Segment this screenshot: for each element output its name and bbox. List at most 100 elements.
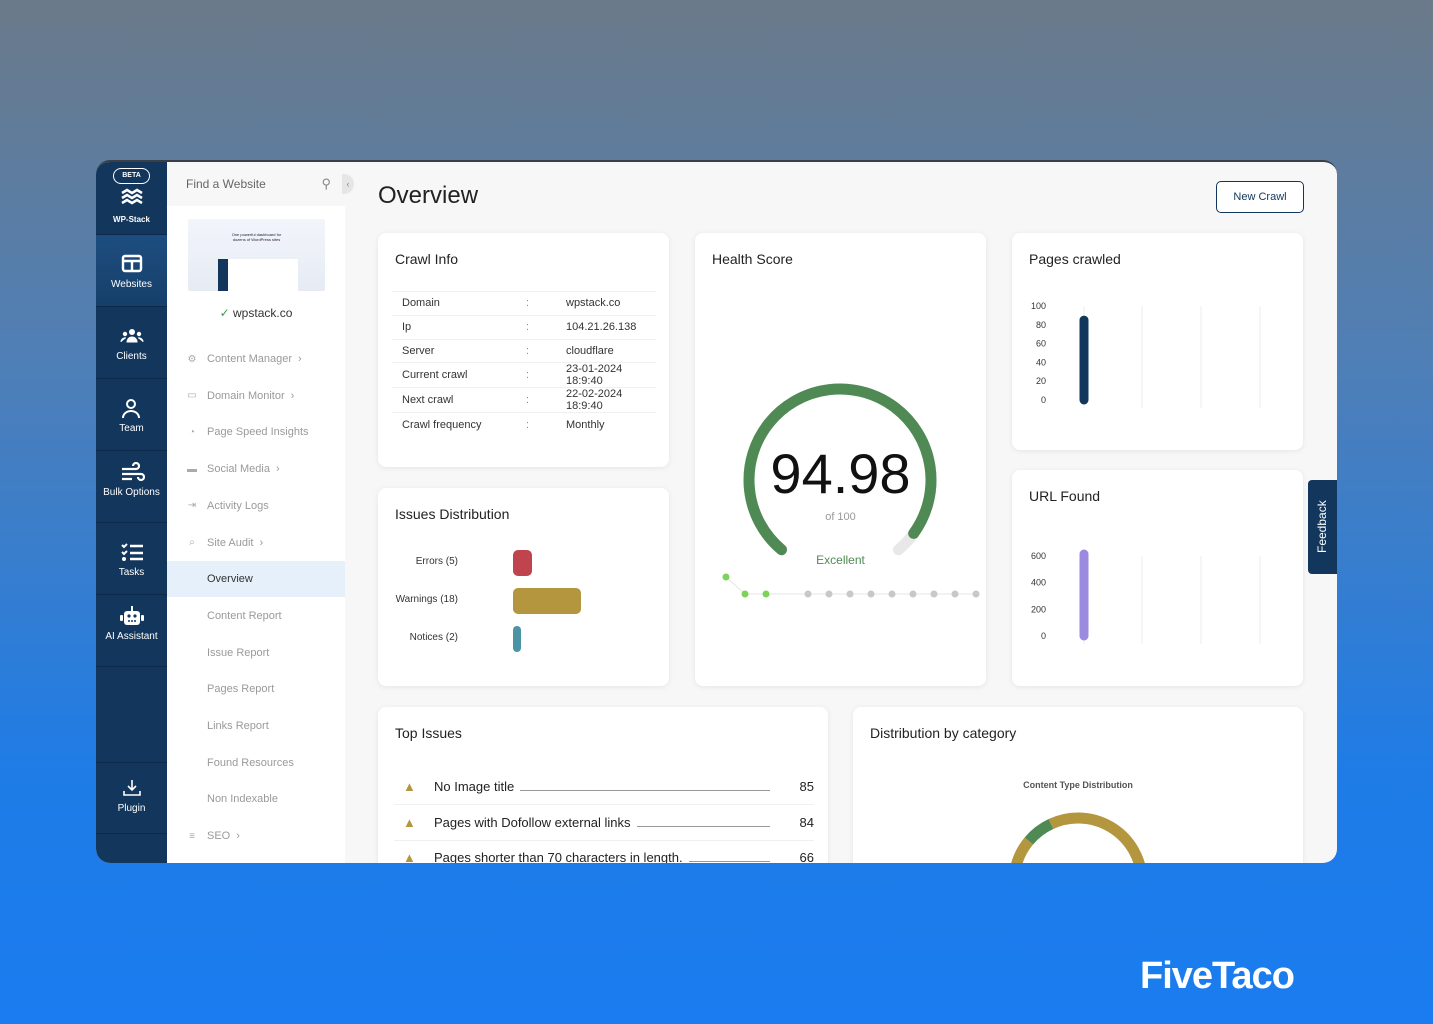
menu-item-seo[interactable]: ≡ SEO › (167, 818, 345, 854)
rail-item-tasks[interactable]: Tasks (96, 523, 167, 595)
top-issue-row[interactable]: ▲ No Image title 85 (394, 769, 814, 805)
trend-point[interactable] (741, 590, 749, 598)
top-issue-row[interactable]: ▲ Pages shorter than 70 characters in len… (394, 840, 814, 863)
separator: : (516, 314, 556, 340)
y-tick-label: 40 (1036, 357, 1046, 367)
rail-item-label: Team (119, 423, 144, 434)
menu-item-activity-logs[interactable]: ⇥ Activity Logs (167, 488, 345, 524)
y-tick-label: 0 (1041, 395, 1046, 405)
crawl-info-value: cloudflare (556, 338, 656, 363)
menu-item-site-audit[interactable]: ⌕ Site Audit › (167, 525, 345, 561)
audit-item-overview[interactable]: Overview (167, 561, 345, 598)
menu-item-label: Domain Monitor (207, 389, 285, 402)
rail-item-plugin[interactable]: Plugin (96, 762, 167, 834)
issue-bar[interactable] (513, 550, 532, 576)
issue-count: 84 (799, 814, 814, 830)
trend-point[interactable] (825, 590, 833, 598)
content-type-donut (1011, 812, 1145, 863)
menu-item-domain-monitor[interactable]: ▭ Domain Monitor › (167, 378, 345, 414)
sub-sidebar: Find a Website ⚲ One powerful dashboard f… (167, 162, 345, 863)
trend-point[interactable] (930, 590, 938, 598)
card-title: Top Issues (395, 725, 462, 741)
menu-item-label: Content Manager (207, 353, 292, 365)
issue-name: Pages shorter than 70 characters in leng… (434, 850, 683, 863)
audit-item-found-resources[interactable]: Found Resources (167, 745, 345, 781)
site-thumbnail[interactable]: One powerful dashboard for dozens of Wor… (188, 219, 325, 291)
y-tick-label: 100 (1031, 301, 1046, 311)
trend-point[interactable] (909, 590, 917, 598)
trend-point[interactable] (951, 590, 959, 598)
separator: : (516, 362, 556, 388)
rail-item-team[interactable]: Team (96, 379, 167, 451)
warning-icon: ▲ (403, 779, 416, 794)
chevron-right-icon: › (290, 389, 295, 402)
rail-item-clients[interactable]: Clients (96, 307, 167, 379)
rail-item-ai-assistant[interactable]: AI Assistant (96, 595, 167, 667)
top-issue-row[interactable]: ▲ Pages with Dofollow external links 84 (394, 805, 814, 841)
health-score-max: of 100 (825, 511, 856, 523)
card-title: Crawl Info (395, 251, 459, 267)
trend-point[interactable] (804, 590, 812, 598)
new-crawl-button[interactable]: New Crawl (1216, 181, 1304, 213)
trend-point[interactable] (846, 590, 854, 598)
robot-icon (119, 606, 144, 625)
brand-watermark: FiveTaco (1140, 955, 1295, 997)
warning-icon: ▲ (403, 850, 416, 863)
rail-item-label: Plugin (117, 803, 146, 814)
issue-bar[interactable] (513, 626, 521, 652)
separator: : (516, 291, 556, 316)
donut-segment[interactable] (1024, 819, 1054, 845)
thumbnail-heading: One powerful dashboard for dozens of Wor… (231, 232, 282, 242)
audit-item-pages-report[interactable]: Pages Report (167, 671, 345, 707)
site-name[interactable]: ✓ wpstack.co (167, 306, 345, 320)
issue-bar[interactable] (513, 588, 581, 614)
feedback-tab[interactable]: Feedback (1308, 480, 1337, 574)
menu-item-page-speed-insights[interactable]: ◔ Page Speed Insights (167, 414, 345, 450)
audit-item-non-indexable[interactable]: Non Indexable (167, 781, 345, 817)
trend-point[interactable] (972, 590, 980, 598)
rail-item-label: Websites (111, 279, 152, 290)
audit-item-issue-report[interactable]: Issue Report (167, 635, 345, 671)
chevron-right-icon: › (275, 463, 280, 476)
audit-item-content-report[interactable]: Content Report (167, 598, 345, 634)
search-icon[interactable]: ⚲ (321, 176, 331, 192)
menu-item-social-media[interactable]: ▬ Social Media › (167, 451, 345, 487)
warning-icon: ▲ (403, 814, 416, 830)
trend-point[interactable] (867, 590, 875, 598)
rail-item-websites[interactable]: Websites (96, 235, 167, 307)
clipboard-search-icon: ⌕ (189, 537, 195, 548)
issue-label: Errors (5) (415, 556, 458, 567)
trend-point[interactable] (762, 590, 770, 598)
logo[interactable]: BETA WP-Stack (96, 162, 167, 235)
beta-badge: BETA (113, 168, 150, 184)
crawl-info-key: Server (392, 338, 516, 363)
issue-name: No Image title (434, 779, 515, 794)
health-score-card: Health Score 94.98 of 100 Excellent (695, 233, 986, 686)
browser-icon (121, 254, 142, 273)
search-input[interactable]: Find a Website (186, 177, 266, 191)
y-tick-label: 20 (1036, 376, 1046, 386)
collapse-sidebar-button[interactable]: ‹ (342, 174, 354, 194)
url-found-chart: 600 400 200 0 (1031, 549, 1261, 644)
rail-item-label: Clients (116, 351, 147, 362)
issue-progress-line (520, 790, 770, 791)
team-icon (121, 399, 140, 419)
rail-item-bulk-options[interactable]: Bulk Options (96, 451, 167, 523)
wpstack-logo-icon (120, 188, 143, 205)
chevron-right-icon: › (298, 353, 302, 365)
distribution-card: Distribution by category Content Type Di… (853, 707, 1303, 863)
crawl-info-row: Domain: wpstack.co (392, 291, 656, 316)
health-score-value: 94.98 (770, 442, 911, 505)
logo-text: WP-Stack (113, 215, 150, 224)
crawl-info-row: Current crawl:23-01-2024 18:9:40 (392, 362, 656, 388)
crawl-info-row: Ip:104.21.26.138 (392, 314, 656, 340)
monitor-icon: ▭ (187, 390, 197, 402)
crawl-info-row: Next crawl:22-02-2024 18:9:40 (392, 387, 656, 413)
menu-item-content-manager[interactable]: ⚙ Content Manager › (167, 341, 345, 377)
website-search[interactable]: Find a Website ⚲ (167, 162, 345, 206)
y-tick-label: 200 (1031, 604, 1046, 614)
crawl-info-key: Current crawl (392, 362, 516, 388)
audit-item-links-report[interactable]: Links Report (167, 708, 345, 744)
trend-point[interactable] (888, 590, 896, 598)
trend-point[interactable] (722, 573, 730, 581)
